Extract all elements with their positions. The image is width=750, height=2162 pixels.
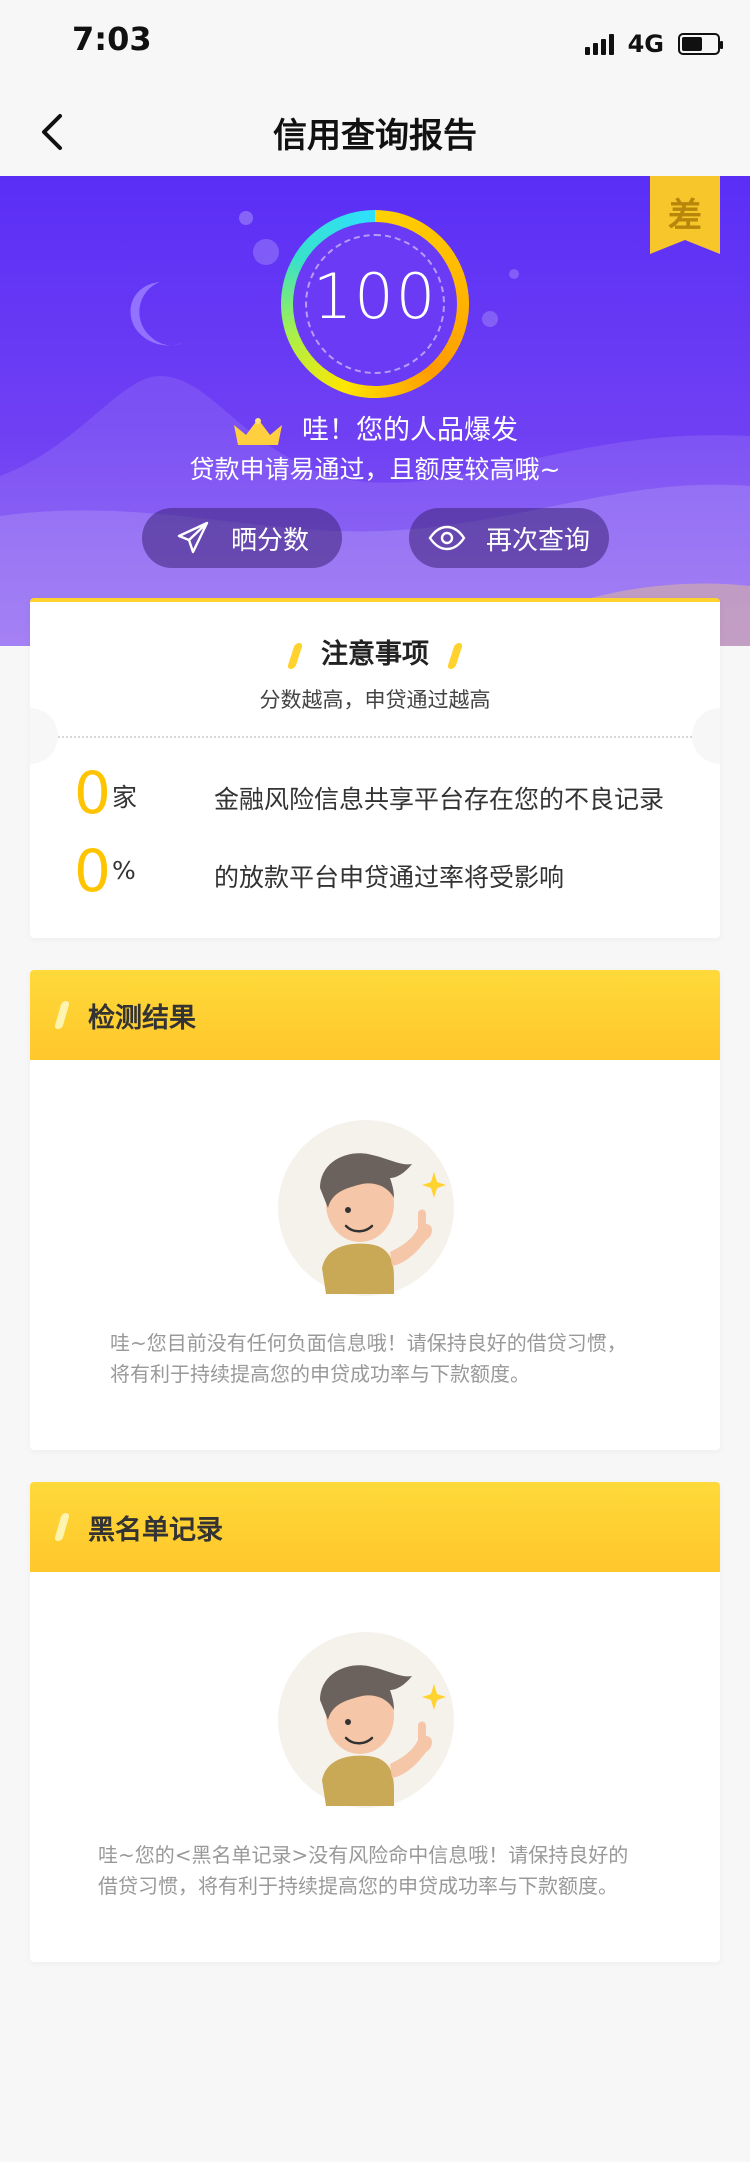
notice-title-row: 注意事项 (30, 632, 720, 671)
blacklist-header: 黑名单记录 (30, 1482, 720, 1572)
share-score-label: 晒分数 (230, 525, 309, 556)
bad-record-text: 金融风险信息共享平台存在您的不良记录 (214, 785, 665, 814)
credit-score: 100 (312, 260, 438, 333)
blacklist-card: 黑名单记录 哇~您的<黑名单记录>没有风险命中信息哦！请保持良好的 借贷习惯，将… (30, 1482, 720, 1962)
bad-record-unit: 家 (112, 783, 138, 812)
blacklist-desc-line-1: 哇~您的<黑名单记录>没有风险命中信息哦！请保持良好的 (98, 1843, 629, 1867)
status-time: 7:03 (72, 20, 152, 58)
detection-desc-line-2: 将有利于持续提高您的申贷成功率与下款额度。 (110, 1362, 530, 1386)
notice-title: 注意事项 (321, 639, 429, 670)
pass-rate-unit: % (112, 856, 136, 885)
pass-rate-value: 0 (74, 837, 111, 905)
blacklist-desc-line-2: 借贷习惯，将有利于持续提高您的申贷成功率与下款额度。 (98, 1874, 618, 1898)
stat-row-bad-records: 0 家 金融风险信息共享平台存在您的不良记录 (30, 758, 720, 828)
battery-icon (678, 33, 723, 55)
share-score-button[interactable]: 晒分数 (142, 508, 342, 568)
nav-bar: 信用查询报告 (0, 88, 750, 176)
divider (58, 736, 692, 738)
bad-record-count: 0 (74, 759, 111, 827)
detection-result-desc: 哇~您目前没有任何负面信息哦！请保持良好的借贷习惯， 将有利于持续提高您的申贷成… (110, 1328, 627, 1390)
paper-plane-icon (177, 521, 209, 554)
score-hero: 差 100 哇！您的人品爆发 贷款申请易通过，且额度较高哦~ 晒分数 再次查询 (0, 176, 750, 646)
requery-label: 再次查询 (485, 525, 590, 556)
score-subline: 贷款申请易通过，且额度较高哦~ (189, 455, 561, 484)
network-type: 4G (627, 30, 664, 58)
pass-rate-text: 的放款平台申贷通过率将受影响 (214, 863, 565, 892)
status-bar: 7:03 4G (0, 0, 750, 88)
detection-desc-line-1: 哇~您目前没有任何负面信息哦！请保持良好的借贷习惯， (110, 1331, 627, 1355)
thumbs-up-illustration (278, 1120, 454, 1296)
notice-card: 注意事项 分数越高，申贷通过越高 0 家 金融风险信息共享平台存在您的不良记录 … (30, 598, 720, 938)
notice-subtitle: 分数越高，申贷通过越高 (259, 688, 491, 712)
stat-row-pass-rate: 0 % 的放款平台申贷通过率将受影响 (30, 836, 720, 906)
page-title: 信用查询报告 (273, 116, 477, 156)
detection-result-title: 检测结果 (88, 1002, 196, 1034)
score-headline-row: 哇！您的人品爆发 (0, 408, 750, 447)
detection-result-card: 检测结果 哇~您目前没有任何负面信息哦！请保持良好的借贷习惯， 将有利于持续提高… (30, 970, 720, 1450)
blacklist-title: 黑名单记录 (88, 1514, 223, 1546)
requery-button[interactable]: 再次查询 (409, 508, 609, 568)
eye-icon (428, 525, 466, 551)
thumbs-up-illustration (278, 1632, 454, 1808)
status-indicators: 4G (584, 30, 723, 58)
detection-result-header: 检测结果 (30, 970, 720, 1060)
moon-icon (130, 282, 184, 346)
blacklist-desc: 哇~您的<黑名单记录>没有风险命中信息哦！请保持良好的 借贷习惯，将有利于持续提… (98, 1840, 628, 1902)
crown-icon (234, 417, 282, 445)
score-headline: 哇！您的人品爆发 (302, 415, 518, 446)
score-ring: 100 (281, 210, 469, 398)
signal-icon (584, 33, 614, 55)
